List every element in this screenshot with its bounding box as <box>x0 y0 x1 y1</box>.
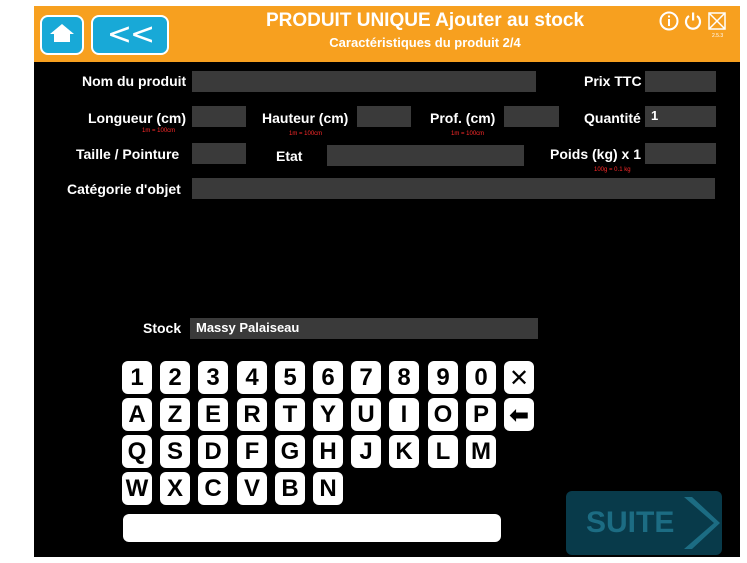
key-i[interactable]: I <box>389 398 419 431</box>
back-button[interactable]: << <box>91 15 169 55</box>
key-l[interactable]: L <box>428 435 458 468</box>
key-3[interactable]: 3 <box>198 361 228 394</box>
key-v[interactable]: V <box>237 472 267 505</box>
quantite-field[interactable]: 1 <box>645 106 716 127</box>
key-h[interactable]: H <box>313 435 343 468</box>
prof-label: Prof. (cm) <box>430 110 496 126</box>
key-9[interactable]: 9 <box>428 361 458 394</box>
hauteur-field[interactable] <box>357 106 411 127</box>
back-label: << <box>106 17 155 52</box>
poids-hint: 100g = 0.1 kg <box>594 167 631 173</box>
key-o[interactable]: O <box>428 398 458 431</box>
key-a[interactable]: A <box>122 398 152 431</box>
page-title: PRODUIT UNIQUE Ajouter au stock <box>265 10 585 31</box>
key-e[interactable]: E <box>198 398 228 431</box>
key-r[interactable]: R <box>237 398 267 431</box>
key-q[interactable]: Q <box>122 435 152 468</box>
stock-label: Stock <box>143 320 182 336</box>
home-icon <box>49 22 75 49</box>
poids-field[interactable] <box>645 143 716 164</box>
version-label: 2.5.3 <box>712 33 724 39</box>
suite-button[interactable]: SUITE <box>566 491 722 555</box>
key-d[interactable]: D <box>198 435 228 468</box>
key-n[interactable]: N <box>313 472 343 505</box>
key-b[interactable]: B <box>275 472 305 505</box>
key-6[interactable]: 6 <box>313 361 343 394</box>
etat-label: Etat <box>276 148 303 164</box>
taille-label: Taille / Pointure <box>76 146 180 162</box>
key-z[interactable]: Z <box>160 398 190 431</box>
poids-label: Poids (kg) x 1 <box>550 146 642 162</box>
key-5[interactable]: 5 <box>275 361 305 394</box>
hauteur-label: Hauteur (cm) <box>262 110 349 126</box>
prix-label: Prix TTC <box>584 73 642 89</box>
space-key[interactable] <box>123 514 501 542</box>
key-u[interactable]: U <box>351 398 381 431</box>
key-m[interactable]: M <box>466 435 496 468</box>
stock-field[interactable]: Massy Palaiseau <box>190 318 538 339</box>
key-y[interactable]: Y <box>313 398 343 431</box>
categorie-field[interactable] <box>192 178 715 199</box>
page-subtitle: Caractéristiques du produit 2/4 <box>329 35 521 50</box>
key-w[interactable]: W <box>122 472 152 505</box>
key-2[interactable]: 2 <box>160 361 190 394</box>
home-button[interactable] <box>40 15 84 55</box>
suite-label: SUITE <box>586 506 675 539</box>
categorie-label: Catégorie d'objet <box>67 181 181 197</box>
key-k[interactable]: K <box>389 435 419 468</box>
prof-field[interactable] <box>504 106 559 127</box>
nom-field[interactable] <box>192 71 536 92</box>
backspace-key[interactable]: ⬅ <box>504 398 534 431</box>
key-s[interactable]: S <box>160 435 190 468</box>
key-1[interactable]: 1 <box>122 361 152 394</box>
longueur-hint: 1m = 100cm <box>142 128 176 134</box>
prof-hint: 1m = 100cm <box>451 131 485 137</box>
key-g[interactable]: G <box>275 435 305 468</box>
nom-label: Nom du produit <box>82 73 187 89</box>
hauteur-hint: 1m = 100cm <box>289 131 323 137</box>
longueur-field[interactable] <box>192 106 246 127</box>
clear-key[interactable]: ✕ <box>504 361 534 394</box>
key-p[interactable]: P <box>466 398 496 431</box>
key-4[interactable]: 4 <box>237 361 267 394</box>
key-8[interactable]: 8 <box>389 361 419 394</box>
prix-field[interactable] <box>645 71 716 92</box>
key-t[interactable]: T <box>275 398 305 431</box>
taille-field[interactable] <box>192 143 246 164</box>
key-c[interactable]: C <box>198 472 228 505</box>
etat-field[interactable] <box>327 145 524 166</box>
power-icon[interactable] <box>683 11 703 31</box>
quantite-label: Quantité <box>584 110 641 126</box>
close-box-icon[interactable] <box>707 11 727 31</box>
key-x[interactable]: X <box>160 472 190 505</box>
key-f[interactable]: F <box>237 435 267 468</box>
key-7[interactable]: 7 <box>351 361 381 394</box>
info-icon[interactable] <box>659 11 679 31</box>
next-arrow-icon <box>684 497 721 549</box>
longueur-label: Longueur (cm) <box>88 110 186 126</box>
key-0[interactable]: 0 <box>466 361 496 394</box>
key-j[interactable]: J <box>351 435 381 468</box>
